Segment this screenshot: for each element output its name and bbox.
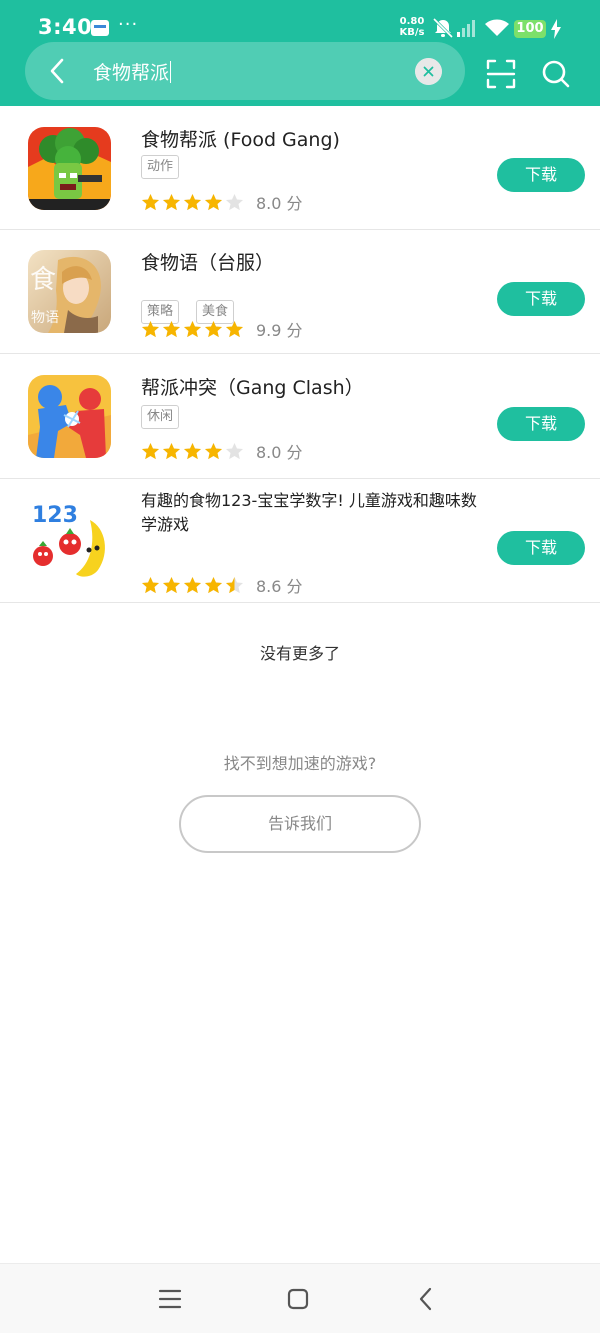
app-title[interactable]: 食物帮派 (Food Gang) xyxy=(141,125,340,152)
network-speed: 0.80 KB/s xyxy=(399,16,425,38)
icon-text: 食 xyxy=(30,265,56,295)
status-time: 3:40 xyxy=(38,15,93,39)
app-title[interactable]: 食物语（台服） xyxy=(141,248,274,275)
list-item[interactable]: 帮派冲突（Gang Clash） 休闲 8.0 分 下载 xyxy=(0,354,600,479)
download-button[interactable]: 下载 xyxy=(497,531,585,565)
charging-icon xyxy=(551,19,561,39)
star-icon xyxy=(141,193,160,210)
score: 8.0 分 xyxy=(256,443,303,462)
icon-text: 123 xyxy=(32,503,78,528)
star-icon xyxy=(183,193,202,210)
star-rating xyxy=(141,442,244,461)
star-icon xyxy=(183,320,202,337)
star-rating xyxy=(141,193,244,212)
tag-list: 动作 xyxy=(141,155,180,179)
signal-icon xyxy=(457,20,475,37)
download-button[interactable]: 下载 xyxy=(497,158,585,192)
download-button[interactable]: 下载 xyxy=(497,282,585,316)
rating: 9.9 分 xyxy=(141,317,303,341)
app-title[interactable]: 有趣的食物123-宝宝学数字! 儿童游戏和趣味数学游戏 xyxy=(141,489,481,537)
rating: 8.0 分 xyxy=(141,190,303,214)
star-icon xyxy=(225,576,244,593)
tag: 休闲 xyxy=(141,405,180,429)
back-arrow-icon[interactable] xyxy=(43,56,73,86)
search-input[interactable]: 食物帮派 xyxy=(93,58,171,85)
tell-us-button[interactable]: 告诉我们 xyxy=(179,795,421,853)
star-icon xyxy=(225,193,244,210)
star-rating xyxy=(141,320,244,339)
star-icon xyxy=(141,320,160,337)
app-title[interactable]: 帮派冲突（Gang Clash） xyxy=(141,373,364,400)
star-icon xyxy=(162,193,181,210)
back-icon[interactable] xyxy=(413,1286,439,1312)
star-icon xyxy=(162,576,181,593)
menu-icon[interactable] xyxy=(157,1286,183,1312)
list-item[interactable]: 123 有趣的食物123-宝宝学数字! 儿童游戏和趣味数学游戏 8.6 分 下载 xyxy=(0,479,600,603)
star-icon xyxy=(225,320,244,337)
star-rating xyxy=(141,576,244,595)
search-bar[interactable]: 食物帮派 xyxy=(25,42,465,100)
icon-text: 物语 xyxy=(31,310,59,326)
star-icon xyxy=(225,442,244,459)
food-gang-icon xyxy=(28,127,111,210)
tag-list: 休闲 xyxy=(141,405,180,429)
more-notifications-icon: ··· xyxy=(118,14,139,35)
score: 9.9 分 xyxy=(256,321,303,340)
gang-clash-icon xyxy=(28,375,111,458)
battery-indicator: 100 xyxy=(514,20,546,38)
hint-text: 找不到想加速的游戏? xyxy=(223,754,377,773)
notification-app-icon xyxy=(91,20,109,36)
star-icon xyxy=(183,442,202,459)
score: 8.6 分 xyxy=(256,577,303,596)
star-icon xyxy=(162,320,181,337)
clear-icon[interactable] xyxy=(415,58,442,85)
star-icon xyxy=(204,576,223,593)
score: 8.0 分 xyxy=(256,194,303,213)
rating: 8.0 分 xyxy=(141,439,303,463)
search-icon[interactable] xyxy=(540,58,572,90)
results-list: 食物帮派 (Food Gang) 动作 8.0 分 下载 食 物语 食物语（台服… xyxy=(0,106,600,603)
download-button[interactable]: 下载 xyxy=(497,407,585,441)
star-icon xyxy=(141,442,160,459)
star-icon xyxy=(204,320,223,337)
wifi-icon xyxy=(485,19,509,36)
home-icon[interactable] xyxy=(285,1286,311,1312)
star-icon xyxy=(162,442,181,459)
status-bar: 3:40 ··· 0.80 KB/s 100 xyxy=(0,0,600,40)
star-icon xyxy=(204,442,223,459)
tag: 动作 xyxy=(141,155,180,179)
mute-icon xyxy=(432,18,454,38)
list-item[interactable]: 食 物语 食物语（台服） 策略 美食 9.9 分 下载 xyxy=(0,230,600,354)
header: 3:40 ··· 0.80 KB/s 100 食物帮派 xyxy=(0,0,600,106)
rating: 8.6 分 xyxy=(141,573,303,597)
list-item[interactable]: 食物帮派 (Food Gang) 动作 8.0 分 下载 xyxy=(0,106,600,230)
food-fantasy-icon: 食 物语 xyxy=(28,250,111,333)
scan-icon[interactable] xyxy=(485,58,517,90)
fun-food-123-icon: 123 xyxy=(28,498,111,581)
star-icon xyxy=(141,576,160,593)
system-nav-bar xyxy=(0,1263,600,1333)
star-icon xyxy=(204,193,223,210)
star-icon xyxy=(183,576,202,593)
no-more-text: 没有更多了 xyxy=(259,644,340,663)
